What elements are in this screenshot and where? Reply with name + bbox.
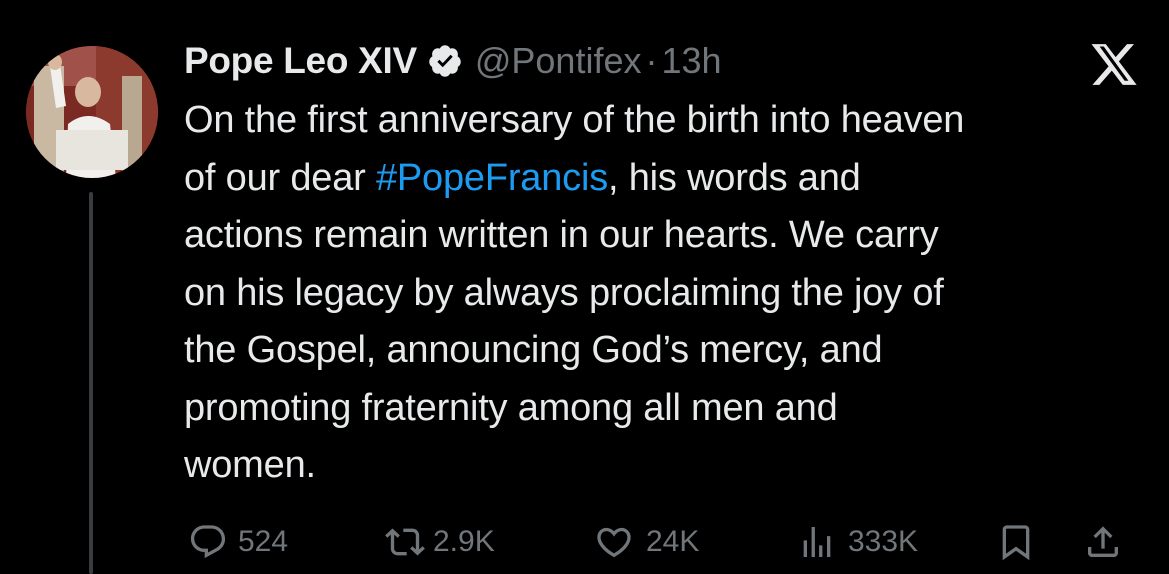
tweet: Pope Leo XIV @Pontifex · 13h On the firs… [0, 0, 1169, 574]
tweet-text-segment: On the first anniversary of the birth in… [184, 99, 965, 141]
views-button[interactable]: 333K [796, 512, 918, 572]
x-logo-icon[interactable] [1088, 42, 1140, 88]
reply-count: 524 [238, 525, 289, 558]
tweet-text-line: on his legacy by always proclaiming the … [184, 265, 1144, 323]
avatar[interactable] [26, 46, 158, 178]
share-button[interactable] [1083, 512, 1123, 572]
like-button[interactable]: 24K [592, 512, 699, 572]
like-count: 24K [646, 525, 700, 558]
tweet-text-line: promoting fraternity among all men and [184, 380, 1144, 438]
user-handle[interactable]: @Pontifex [475, 40, 642, 82]
tweet-text-line: actions remain written in our hearts. We… [184, 207, 1144, 265]
action-bar: 524 2.9K 24K 333K [0, 512, 1169, 572]
timestamp[interactable]: 13h [661, 40, 721, 82]
tweet-text-segment: of our dear [184, 156, 376, 199]
tweet-text-segment: the Gospel, announcing God’s mercy, and [184, 329, 883, 371]
views-count: 333K [848, 525, 919, 558]
separator-dot: · [645, 40, 658, 81]
hashtag-link[interactable]: #PopeFrancis [376, 157, 608, 199]
repost-icon [385, 528, 425, 556]
bookmark-button[interactable] [996, 512, 1036, 572]
repost-button[interactable]: 2.9K [383, 512, 495, 572]
display-name[interactable]: Pope Leo XIV [184, 40, 417, 82]
verified-badge-icon [427, 43, 463, 79]
tweet-text-segment: on his legacy by always proclaiming the … [184, 271, 944, 314]
views-icon [803, 527, 831, 557]
heart-icon [597, 527, 631, 558]
reply-icon [190, 525, 226, 559]
repost-count: 2.9K [433, 525, 495, 558]
tweet-text-line: On the first anniversary of the birth in… [184, 92, 1144, 150]
tweet-text-segment: promoting fraternity among all men and [184, 386, 838, 429]
tweet-header: Pope Leo XIV @Pontifex · 13h [184, 36, 722, 86]
tweet-text-line: the Gospel, announcing God’s mercy, and [184, 322, 1144, 380]
tweet-text-segment: actions remain written in our hearts. We… [184, 214, 939, 256]
reply-button[interactable]: 524 [188, 512, 288, 572]
tweet-text-line: of our dear #PopeFrancis, his words and [184, 150, 1144, 208]
share-icon [1088, 526, 1118, 557]
tweet-text-segment: , his words and [608, 156, 861, 199]
avatar-image [26, 46, 158, 178]
tweet-text: On the first anniversary of the birth in… [184, 92, 1144, 495]
bookmark-icon [1002, 525, 1030, 561]
tweet-text-line: women. [184, 437, 1144, 495]
tweet-text-segment: women. [184, 444, 316, 486]
